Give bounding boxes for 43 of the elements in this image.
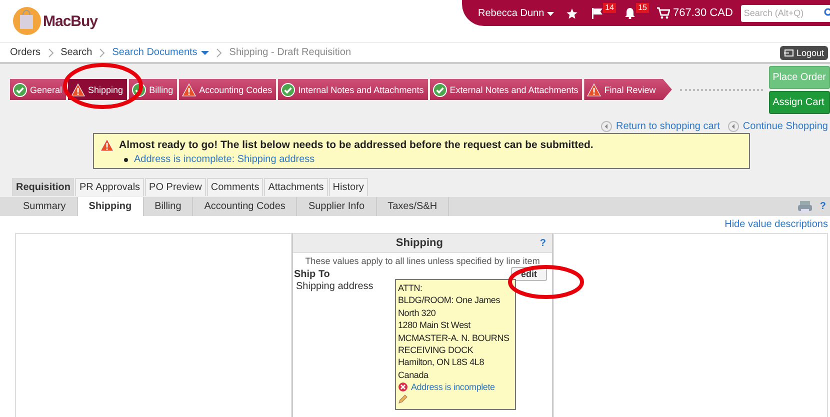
error-link[interactable]: Address is incomplete (411, 381, 495, 394)
logout-button[interactable]: Logout (780, 46, 828, 60)
help-link[interactable]: ? (540, 238, 546, 248)
breadcrumb-link[interactable]: Search Documents (112, 47, 210, 58)
step-tab[interactable]: General (10, 79, 66, 100)
address-line: BLDG/ROOM: One James North 320 (398, 294, 502, 320)
tab[interactable]: PR Approvals (75, 178, 144, 196)
step-tab[interactable]: Accounting Codes (179, 79, 276, 100)
breadcrumb-link[interactable]: Orders (10, 47, 41, 58)
nav-link[interactable]: Continue Shopping (728, 120, 828, 133)
panel-note: These values apply to all lines unless specified by line item (304, 256, 541, 266)
step-tab[interactable]: Final Review (584, 79, 672, 100)
subtab[interactable]: Shipping (78, 197, 144, 216)
count-badge: 14 (603, 3, 616, 13)
alert-message: Almost ready to go! The list below needs to be addressed before the request can be submitted. (119, 139, 594, 151)
step-tab[interactable]: External Notes and Attachments (430, 79, 582, 100)
address-line: ATTN: (398, 282, 424, 294)
tab[interactable]: PO Preview (145, 178, 206, 196)
step-tab[interactable]: Internal Notes and Attachments (278, 79, 428, 100)
address-line: 1280 Main St West (398, 319, 472, 332)
alert-link[interactable]: Address is incomplete: Shipping address (134, 154, 315, 165)
address-line: Hamilton, ON L8S 4L8 (398, 356, 486, 369)
tab[interactable]: History (328, 178, 368, 196)
address-line: MCMASTER-A. N. BOURNS RECEIVING DOCK (398, 332, 510, 356)
section-label: Ship To (294, 268, 330, 280)
breadcrumb-current: Shipping - Draft Requisition (229, 47, 352, 58)
search-field[interactable]: Search (Alt+Q) (740, 4, 830, 22)
tab[interactable]: Attachments (264, 178, 328, 196)
hide-descriptions-link[interactable]: Hide value descriptions (724, 219, 828, 230)
nav-link[interactable]: Return to shopping cart (600, 120, 720, 133)
action-button[interactable]: Assign Cart (768, 90, 830, 114)
tab[interactable]: Requisition (12, 178, 74, 196)
breadcrumb-link[interactable]: Search (60, 47, 92, 58)
tab[interactable]: Comments (206, 178, 264, 196)
user-menu[interactable]: Rebecca Dunn (478, 8, 554, 18)
step-tab[interactable]: Shipping (68, 79, 128, 100)
field-label: Shipping address (296, 281, 374, 294)
panel-title: Shipping (394, 237, 444, 249)
cart-total[interactable]: 767.30 CAD (656, 7, 733, 19)
logo-text[interactable]: MacBuy (43, 12, 98, 30)
address-line: Canada (398, 368, 430, 382)
count-badge: 15 (636, 3, 649, 13)
step-tab[interactable]: Billing (129, 79, 178, 100)
